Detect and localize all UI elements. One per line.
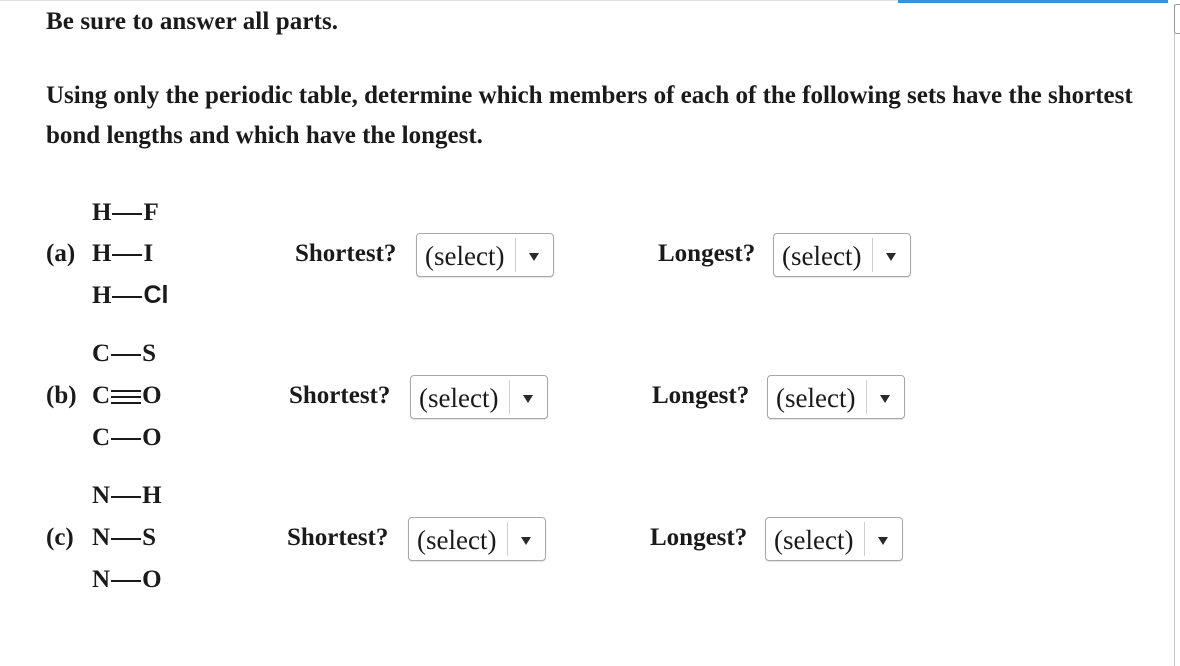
longest-label: Longest? bbox=[650, 524, 748, 551]
part-c: NH (c) NS NO Shortest? (select) Longest?… bbox=[46, 476, 1166, 602]
instruction-text: Be sure to answer all parts. bbox=[46, 8, 339, 35]
atom: S bbox=[142, 340, 156, 367]
part-label-c: (c) bbox=[46, 524, 74, 551]
select-divider bbox=[864, 522, 865, 556]
molecule-b-1: CS bbox=[92, 334, 156, 374]
part-label-a: (a) bbox=[46, 240, 76, 267]
select-divider bbox=[507, 522, 508, 556]
molecule-b-3: CO bbox=[92, 418, 162, 458]
atom: H bbox=[92, 199, 112, 226]
atom: C bbox=[92, 340, 111, 367]
dropdown-arrow-icon bbox=[523, 395, 533, 403]
atom: C bbox=[92, 424, 111, 451]
top-accent-bar bbox=[898, 0, 1168, 3]
select-value: (select) bbox=[419, 383, 499, 413]
dropdown-arrow-icon bbox=[878, 537, 888, 545]
single-bond bbox=[111, 529, 142, 549]
atom: O bbox=[142, 566, 162, 593]
single-bond bbox=[111, 487, 142, 507]
select-divider bbox=[509, 380, 510, 414]
single-bond bbox=[111, 345, 142, 365]
select-value: (select) bbox=[782, 241, 862, 271]
select-divider bbox=[515, 238, 516, 272]
dropdown-arrow-icon bbox=[529, 253, 539, 261]
atom: H bbox=[92, 240, 112, 267]
atom: Cl bbox=[143, 281, 169, 309]
dropdown-arrow-icon bbox=[521, 537, 531, 545]
atom: H bbox=[92, 282, 112, 309]
atom: F bbox=[143, 199, 159, 226]
part-b: CS (b) CO CO Shortest? (select) Longest?… bbox=[46, 334, 1166, 460]
question-text: Using only the periodic table, determine… bbox=[46, 82, 1133, 149]
side-panel-handle[interactable] bbox=[1174, 4, 1180, 34]
part-a: HF (a) HI H Cl Shortest? (select) Longest… bbox=[46, 193, 1166, 319]
top-divider bbox=[0, 0, 898, 1]
atom: H bbox=[142, 482, 162, 509]
single-bond bbox=[112, 245, 143, 265]
molecule-a-1: HF bbox=[92, 193, 159, 233]
select-divider bbox=[866, 380, 867, 414]
part-label-b: (b) bbox=[46, 382, 77, 409]
shortest-label: Shortest? bbox=[289, 382, 391, 409]
longest-label: Longest? bbox=[658, 240, 756, 267]
shortest-label: Shortest? bbox=[287, 524, 389, 551]
atom: N bbox=[92, 482, 111, 509]
right-panel-border bbox=[1174, 4, 1175, 666]
dropdown-arrow-icon bbox=[886, 253, 896, 261]
molecule-c-3: NO bbox=[92, 560, 162, 600]
select-value: (select) bbox=[774, 525, 854, 555]
shortest-select-a[interactable]: (select) bbox=[416, 233, 554, 277]
molecule-a-3: H Cl bbox=[92, 275, 168, 315]
shortest-select-c[interactable]: (select) bbox=[408, 517, 546, 561]
single-bond bbox=[111, 571, 142, 591]
molecule-b-2: CO bbox=[92, 376, 162, 416]
atom: S bbox=[142, 524, 156, 551]
atom: N bbox=[92, 566, 111, 593]
single-bond bbox=[112, 287, 143, 307]
atom: N bbox=[92, 524, 111, 551]
longest-label: Longest? bbox=[652, 382, 750, 409]
select-divider bbox=[872, 238, 873, 272]
triple-bond bbox=[111, 387, 142, 407]
atom: I bbox=[143, 240, 154, 267]
shortest-select-b[interactable]: (select) bbox=[410, 375, 548, 419]
shortest-label: Shortest? bbox=[295, 240, 397, 267]
molecule-c-2: NS bbox=[92, 518, 156, 558]
select-value: (select) bbox=[776, 383, 856, 413]
atom: O bbox=[142, 382, 162, 409]
atom: C bbox=[92, 382, 111, 409]
select-value: (select) bbox=[425, 241, 505, 271]
single-bond bbox=[111, 429, 142, 449]
molecule-a-2: HI bbox=[92, 234, 153, 274]
longest-select-c[interactable]: (select) bbox=[765, 517, 903, 561]
longest-select-a[interactable]: (select) bbox=[773, 233, 911, 277]
single-bond bbox=[112, 204, 143, 224]
molecule-c-1: NH bbox=[92, 476, 162, 516]
atom: O bbox=[142, 424, 162, 451]
select-value: (select) bbox=[417, 525, 497, 555]
dropdown-arrow-icon bbox=[880, 395, 890, 403]
longest-select-b[interactable]: (select) bbox=[767, 375, 905, 419]
